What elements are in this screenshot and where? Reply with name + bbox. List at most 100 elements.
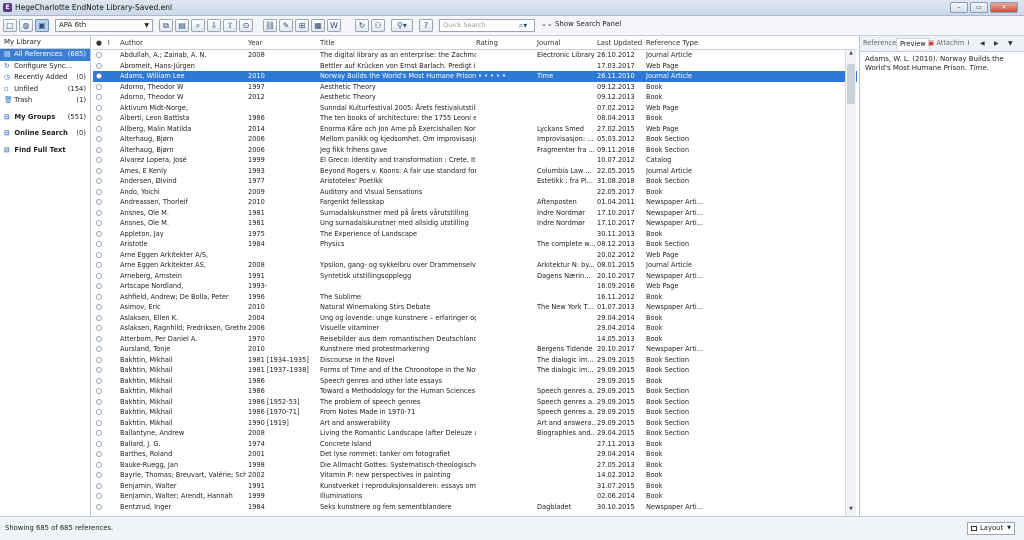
open-file-icon[interactable]: ✎ <box>279 19 293 32</box>
read-status-icon[interactable] <box>96 440 102 447</box>
read-status-icon[interactable] <box>96 178 102 184</box>
copy-formatted-icon[interactable]: ⧉ <box>159 19 173 32</box>
read-status-icon[interactable] <box>96 251 102 258</box>
read-status-icon[interactable] <box>96 241 102 247</box>
read-status-icon[interactable] <box>96 272 102 279</box>
table-row[interactable]: Bakhtin, Mikhail 1986 [1970-71] From Notes… <box>93 407 857 418</box>
table-row[interactable]: Aslaksen, Ragnhild; Fredriksen, Grethe .… <box>93 323 857 334</box>
output-style-select[interactable]: APA 6th ▼ <box>55 19 153 32</box>
read-status-icon[interactable] <box>96 104 102 111</box>
read-status-icon[interactable] <box>96 73 102 79</box>
column-header-title[interactable]: Title <box>320 39 335 47</box>
table-row[interactable]: Atterbom, Per Daniel A. 1970 Reisebilder a… <box>93 334 857 345</box>
table-row[interactable]: Adorno, Theodor W 1997 Aesthetic Theory 09.… <box>93 82 857 93</box>
table-row[interactable]: Ballantyne, Andrew 2008 Living the Romanti… <box>93 428 857 439</box>
read-status-icon[interactable] <box>96 283 102 289</box>
read-status-icon[interactable] <box>96 367 102 373</box>
table-row[interactable]: Adorno, Theodor W 2012 Aesthetic Theory 09.… <box>93 92 857 103</box>
sidebar-item-recently-added[interactable]: ◷ Recently Added (0) <box>0 72 90 84</box>
export-icon[interactable]: ⇧ <box>223 19 237 32</box>
read-status-icon[interactable] <box>96 377 102 384</box>
read-status-icon[interactable] <box>96 419 102 426</box>
help-icon[interactable]: ? <box>419 19 433 32</box>
read-status-icon[interactable] <box>96 451 102 457</box>
column-header-journal[interactable]: Journal <box>537 39 561 47</box>
read-status-icon[interactable] <box>96 461 102 468</box>
insert-citation-icon[interactable]: ⊞ <box>295 19 309 32</box>
sidebar-group-my-groups[interactable]: ⊟ My Groups (551) <box>0 112 90 124</box>
scrollbar-thumb[interactable] <box>847 64 855 104</box>
table-row[interactable]: Appleton, Jay 1975 The Experience of Lands… <box>93 229 857 240</box>
read-status-icon[interactable] <box>96 356 102 363</box>
table-row[interactable]: Ansnes, Ole M. 1981 Surnadalskunstner med … <box>93 208 857 219</box>
column-header-rating[interactable]: Rating <box>476 39 498 47</box>
table-row[interactable]: Alberti, Leon Battista 1986 The ten books … <box>93 113 857 124</box>
read-status-icon[interactable] <box>96 346 102 352</box>
minimize-button[interactable]: – <box>950 2 968 13</box>
sidebar-group-find-full-text[interactable]: ⊟ Find Full Text <box>0 145 90 157</box>
table-row[interactable]: Aslaksen, Ellen K. 2004 Ung og lovende: un… <box>93 313 857 324</box>
table-row[interactable]: Allberg, Malin Matilda 2014 Enorma Kåre oc… <box>93 124 857 135</box>
read-status-icon[interactable] <box>96 293 102 300</box>
read-status-icon[interactable] <box>96 115 102 121</box>
table-row[interactable]: Barthes, Roland 2001 Det lyse rommet: tank… <box>93 449 857 460</box>
read-status-icon[interactable] <box>96 62 102 69</box>
read-status-icon[interactable] <box>96 409 102 415</box>
table-row[interactable]: Arne Eggen Arkitekter AS, 2008 Ypsilon, ga… <box>93 260 857 271</box>
table-row[interactable]: Alterhaug, Bjørn 2006 Mellom panikk og kje… <box>93 134 857 145</box>
table-row[interactable]: Bakhtin, Mikhail 1981 [1934–1935] Discours… <box>93 355 857 366</box>
read-status-icon[interactable] <box>96 94 102 100</box>
table-row[interactable]: Adams, William Lee 2010 Norway Builds the … <box>93 71 857 82</box>
read-status-icon[interactable] <box>96 146 102 153</box>
read-status-icon[interactable] <box>96 125 102 132</box>
table-row[interactable]: Arneberg, Arnstein 1991 Syntetisk utstilli… <box>93 271 857 282</box>
table-row[interactable]: Bakhtin, Mikhail 1981 [1937–1938] Forms of… <box>93 365 857 376</box>
scroll-up-icon[interactable]: ▲ <box>846 50 856 60</box>
find-full-text-icon[interactable]: ⊙ <box>239 19 253 32</box>
sidebar-group-online-search[interactable]: ⊟ Online Search (0) <box>0 128 90 140</box>
read-status-icon[interactable] <box>96 83 102 90</box>
sidebar-item-unfiled[interactable]: ▫ Unfiled (154) <box>0 84 90 96</box>
return-to-word-icon[interactable]: W <box>327 19 341 32</box>
table-row[interactable]: Bakhtin, Mikhail 1986 Toward a Methodology… <box>93 386 857 397</box>
import-icon[interactable]: ⇩ <box>207 19 221 32</box>
search-options-icon[interactable]: ⌕▾ <box>516 20 530 31</box>
maximize-button[interactable]: ▭ <box>970 2 988 13</box>
read-status-icon[interactable] <box>96 482 102 489</box>
read-status-icon[interactable] <box>96 157 102 163</box>
panel-menu-icon[interactable]: ▼ <box>1008 40 1013 47</box>
read-status-icon[interactable] <box>96 188 102 195</box>
table-row[interactable]: Ames, E Kenly 1993 Beyond Rogers v. Koons:… <box>93 166 857 177</box>
table-row[interactable]: Ballard, J. G. 1974 Concrete Island 27.11.2… <box>93 439 857 450</box>
read-status-column-icon[interactable]: ● <box>96 39 102 47</box>
read-status-icon[interactable] <box>96 167 102 174</box>
read-status-icon[interactable] <box>96 230 102 237</box>
read-status-icon[interactable] <box>96 52 102 58</box>
sidebar-item-trash[interactable]: 🗑 Trash (1) <box>0 95 90 107</box>
table-row[interactable]: Bayrle, Thomas; Breuvart, Valérie; Schw.… <box>93 470 857 481</box>
read-status-icon[interactable] <box>96 314 102 321</box>
online-globe-icon[interactable]: ◍ <box>19 19 33 32</box>
read-status-icon[interactable] <box>96 493 102 499</box>
table-row[interactable]: Arne Eggen Arkitekter A/S, 20.02.2012 Web … <box>93 250 857 261</box>
table-row[interactable]: Benjamin, Walter 1991 Kunstverket i reprod… <box>93 481 857 492</box>
sync-icon[interactable]: ↻ <box>355 19 369 32</box>
sidebar-item-configure-sync[interactable]: ↻ Configure Sync... <box>0 61 90 73</box>
table-row[interactable]: Ando, Yoichi 2009 Auditory and Visual Sens… <box>93 187 857 198</box>
tab-attachments[interactable]: ▣ Attachm <box>928 39 964 47</box>
column-header-year[interactable]: Year <box>248 39 262 47</box>
read-status-icon[interactable] <box>96 136 102 142</box>
table-row[interactable]: Asimov, Eric 2010 Natural Winemaking Stirs… <box>93 302 857 313</box>
table-row[interactable]: Aristotle 1984 Physics The complete w... 08.… <box>93 239 857 250</box>
format-bibliography-icon[interactable]: ▦ <box>311 19 325 32</box>
read-status-icon[interactable] <box>96 304 102 310</box>
read-status-icon[interactable] <box>96 472 102 478</box>
table-row[interactable]: Benjamin, Walter; Arendt, Hannah 1999 Illu… <box>93 491 857 502</box>
table-row[interactable]: Artscape Nordland, 1993- 16.09.2016 Web Pag… <box>93 281 857 292</box>
table-row[interactable]: Aursland, Tonje 2010 Kunstnere med protest… <box>93 344 857 355</box>
table-row[interactable]: Alterhaug, Bjørn 2006 Jeg fikk frihens gav… <box>93 145 857 156</box>
online-search-icon[interactable]: ⌕ <box>191 19 205 32</box>
attachment-column-icon[interactable]: ⌇ <box>107 39 110 47</box>
read-status-icon[interactable] <box>96 335 102 342</box>
local-library-icon[interactable]: ▢ <box>3 19 17 32</box>
